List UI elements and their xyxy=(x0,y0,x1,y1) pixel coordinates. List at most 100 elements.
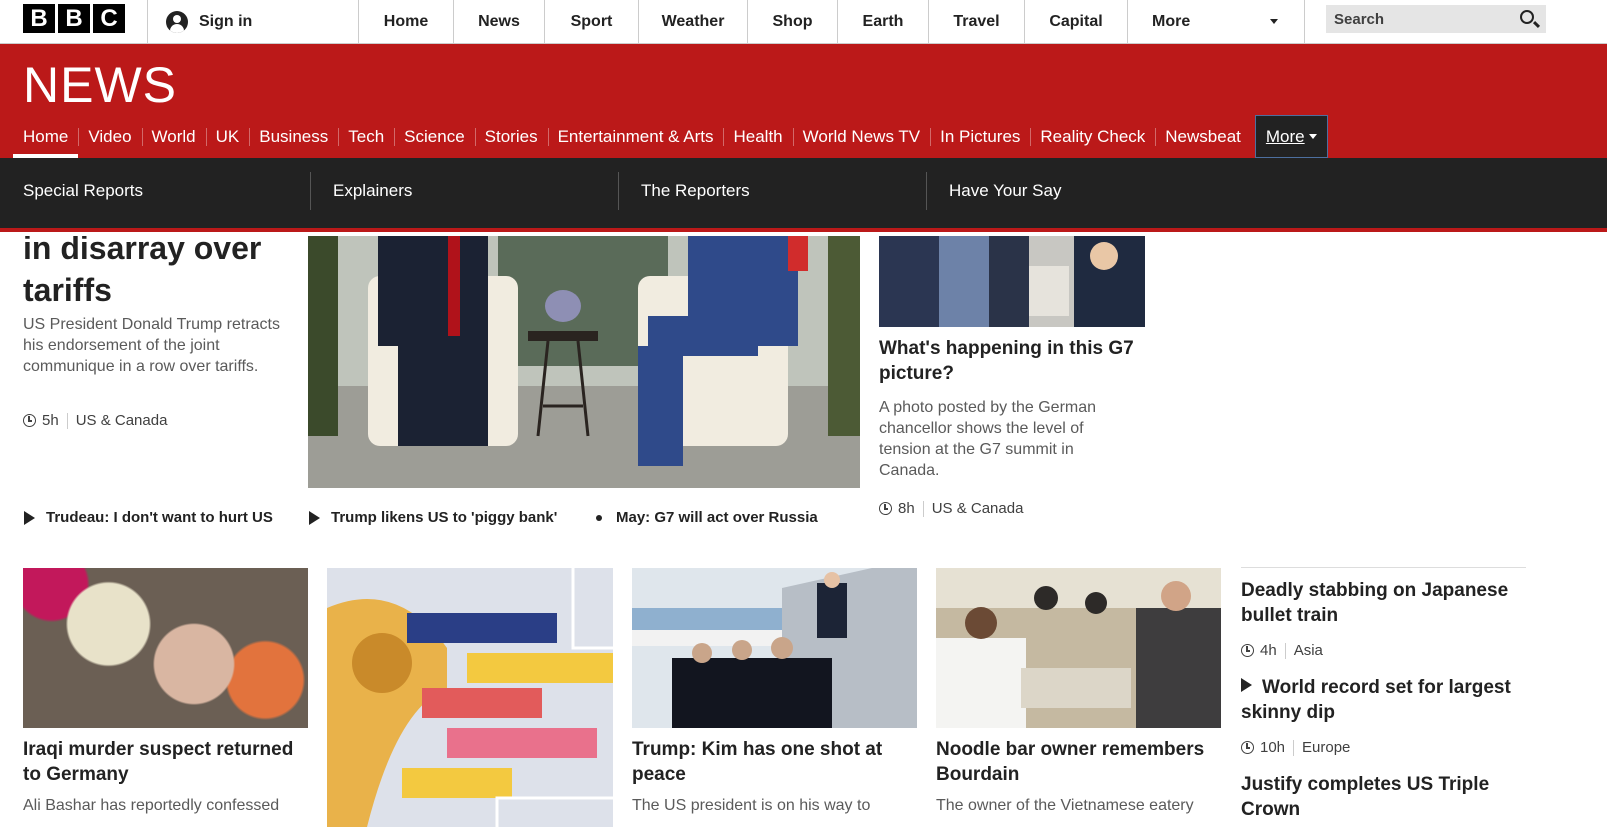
secondary-nav-explainers[interactable]: Explainers xyxy=(310,172,619,210)
story-bourdain-summary-clip: The owner of the Vietnamese eatery xyxy=(936,795,1221,827)
news-nav-reality-check[interactable]: Reality Check xyxy=(1030,115,1155,158)
news-nav-world-news-tv[interactable]: World News TV xyxy=(792,115,930,158)
sidebar-story-time: 10h xyxy=(1260,739,1286,756)
sidebar-story-section[interactable]: Europe xyxy=(1302,739,1350,756)
story-bourdain-title[interactable]: Noodle bar owner remembers Bourdain xyxy=(936,737,1226,787)
clock-icon xyxy=(1241,741,1254,754)
related-link-label: Trump likens US to 'piggy bank' xyxy=(331,509,558,526)
global-nav-capital[interactable]: Capital xyxy=(1025,0,1128,43)
trump-plane-photo-art xyxy=(632,568,917,728)
global-nav-sport[interactable]: Sport xyxy=(545,0,639,43)
news-nav: Home Video World UK Business Tech Scienc… xyxy=(13,115,1328,158)
story-bourdain-summary: The owner of the Vietnamese eatery xyxy=(936,797,1194,814)
global-nav-more[interactable]: More xyxy=(1128,0,1305,43)
lead-story-summary: US President Donald Trump retracts his e… xyxy=(23,316,280,375)
story-trump-kim-title[interactable]: Trump: Kim has one shot at peace xyxy=(632,737,917,787)
news-nav-tech[interactable]: Tech xyxy=(338,115,394,158)
bbc-logo[interactable]: B B C xyxy=(23,4,125,33)
bullet-icon xyxy=(596,514,602,521)
news-masthead: NEWS Home Video World UK Business Tech S… xyxy=(0,44,1607,158)
play-icon xyxy=(1241,678,1252,692)
chevron-down-icon xyxy=(1308,134,1317,139)
story-iraqi-suspect-summary: Ali Bashar has reportedly confessed xyxy=(23,797,280,814)
global-nav-earth[interactable]: Earth xyxy=(838,0,929,43)
g7-picture-time: 8h xyxy=(898,500,915,517)
sidebar-story-time: 4h xyxy=(1260,642,1277,659)
secondary-nav-the-reporters[interactable]: The Reporters xyxy=(618,172,927,210)
trump-air-force-one-photo[interactable] xyxy=(632,568,917,728)
news-nav-science[interactable]: Science xyxy=(394,115,474,158)
news-nav-in-pictures[interactable]: In Pictures xyxy=(930,115,1030,158)
meta-divider xyxy=(1284,642,1286,659)
search-input[interactable]: Search xyxy=(1326,5,1546,33)
secondary-nav-special-reports[interactable]: Special Reports xyxy=(1,172,311,210)
global-nav-home[interactable]: Home xyxy=(359,0,454,43)
logo-letter: C xyxy=(93,4,125,33)
g7-merkel-photo-art xyxy=(879,236,1145,327)
g7-picture-title[interactable]: What's happening in this G7 picture? xyxy=(879,336,1159,386)
sign-in-link[interactable]: Sign in xyxy=(147,0,359,43)
g7-merkel-photo[interactable] xyxy=(879,236,1145,327)
search-placeholder: Search xyxy=(1334,10,1385,28)
sidebar-divider xyxy=(1241,567,1526,568)
obama-bourdain-photo[interactable] xyxy=(936,568,1221,728)
g7-picture-meta: 8h US & Canada xyxy=(879,500,1023,517)
bourdain-photo-art xyxy=(936,568,1221,728)
logo-letter: B xyxy=(58,4,90,33)
search-icon[interactable] xyxy=(1520,10,1534,24)
news-logo[interactable]: NEWS xyxy=(23,56,177,114)
global-nav-weather[interactable]: Weather xyxy=(639,0,748,43)
news-nav-stories[interactable]: Stories xyxy=(474,115,548,158)
secondary-nav-have-your-say[interactable]: Have Your Say xyxy=(926,172,1235,210)
world-cup-graphic-art xyxy=(327,568,613,827)
lead-story-section[interactable]: US & Canada xyxy=(76,412,168,429)
meta-divider xyxy=(66,412,68,429)
related-link-trudeau[interactable]: Trudeau: I don't want to hurt US xyxy=(24,509,273,526)
news-nav-health[interactable]: Health xyxy=(723,115,792,158)
news-nav-more-button[interactable]: More xyxy=(1254,115,1328,158)
news-nav-business[interactable]: Business xyxy=(249,115,338,158)
user-icon xyxy=(166,10,188,33)
story-iraqi-suspect-title[interactable]: Iraqi murder suspect returned to Germany xyxy=(23,737,313,787)
play-icon xyxy=(24,510,35,525)
sidebar-story-skinny-dip-title[interactable]: World record set for largest skinny dip xyxy=(1241,675,1531,725)
sidebar-story-justify-title[interactable]: Justify completes US Triple Crown xyxy=(1241,772,1526,822)
clock-icon xyxy=(879,502,892,515)
chevron-down-icon xyxy=(1270,19,1278,24)
meta-divider xyxy=(922,500,924,517)
news-nav-home[interactable]: Home xyxy=(13,115,79,158)
lead-story-title[interactable]: in disarray over tariffs xyxy=(23,236,293,311)
secondary-nav: Special Reports Explainers The Reporters… xyxy=(0,158,1607,232)
sidebar-story-skinny-dip-meta: 10h Europe xyxy=(1241,739,1350,756)
sidebar-story-skinny-dip-label: World record set for largest skinny dip xyxy=(1241,677,1511,723)
sidebar-story-stabbing-title[interactable]: Deadly stabbing on Japanese bullet train xyxy=(1241,578,1526,628)
meta-divider xyxy=(1293,739,1295,756)
news-nav-video[interactable]: Video xyxy=(78,115,141,158)
related-link-may-russia[interactable]: May: G7 will act over Russia xyxy=(593,509,818,526)
related-link-label: Trudeau: I don't want to hurt US xyxy=(46,509,273,526)
world-cup-graphic[interactable] xyxy=(327,568,613,827)
news-nav-uk[interactable]: UK xyxy=(205,115,250,158)
news-nav-entertainment-arts[interactable]: Entertainment & Arts xyxy=(547,115,724,158)
story-trump-kim-summary-clip: The US president is on his way to xyxy=(632,795,917,827)
story-iraqi-suspect-summary-clip: Ali Bashar has reportedly confessed xyxy=(23,795,313,827)
g7-picture-section[interactable]: US & Canada xyxy=(932,500,1024,517)
related-link-piggy-bank[interactable]: Trump likens US to 'piggy bank' xyxy=(309,509,557,526)
sidebar-story-section[interactable]: Asia xyxy=(1294,642,1323,659)
news-nav-newsbeat[interactable]: Newsbeat xyxy=(1155,115,1251,158)
clock-icon xyxy=(1241,644,1254,657)
iraqi-suspect-memorial-photo[interactable] xyxy=(23,568,308,728)
play-icon xyxy=(309,510,320,525)
global-nav-more-label: More xyxy=(1152,12,1191,30)
news-nav-world[interactable]: World xyxy=(141,115,206,158)
logo-letter: B xyxy=(23,4,55,33)
trump-trudeau-photo-art xyxy=(308,236,860,488)
global-nav-news[interactable]: News xyxy=(454,0,545,43)
global-nav: Home News Sport Weather Shop Earth Trave… xyxy=(359,0,1305,43)
global-nav-shop[interactable]: Shop xyxy=(748,0,838,43)
g7-picture-summary: A photo posted by the German chancellor … xyxy=(879,399,1097,479)
trump-trudeau-photo[interactable] xyxy=(308,236,860,488)
lead-story-meta: 5h US & Canada xyxy=(23,412,167,429)
main-content: in disarray over tariffs US President Do… xyxy=(0,236,1607,827)
global-nav-travel[interactable]: Travel xyxy=(929,0,1025,43)
